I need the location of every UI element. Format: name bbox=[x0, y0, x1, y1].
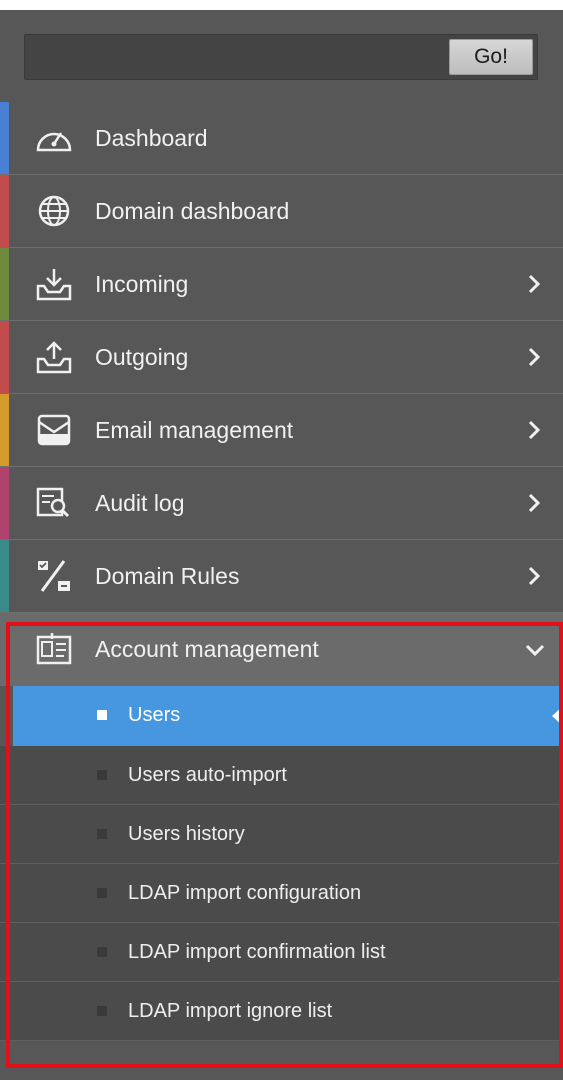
sidebar-item-domain-dashboard[interactable]: Domain dashboard bbox=[0, 175, 563, 248]
chevron-right-icon bbox=[528, 347, 541, 367]
sidebar-item-label: Account management bbox=[95, 636, 319, 662]
outbox-upload-icon bbox=[36, 341, 72, 374]
submenu-item-label: LDAP import configuration bbox=[128, 882, 362, 904]
bullet-icon bbox=[97, 888, 107, 898]
sidebar-item-account-management[interactable]: Account management bbox=[0, 613, 563, 686]
search-input[interactable] bbox=[25, 35, 445, 79]
bullet-icon bbox=[97, 1006, 107, 1016]
sidebar-item-label: Incoming bbox=[95, 271, 189, 297]
bullet-icon bbox=[97, 829, 107, 839]
gauge-icon bbox=[36, 132, 72, 152]
submenu-item-label: Users history bbox=[128, 823, 245, 845]
sidebar-item-label: Audit log bbox=[95, 490, 185, 516]
sidebar-item-label: Dashboard bbox=[95, 125, 208, 151]
sidebar-item-audit-log[interactable]: Audit log bbox=[0, 467, 563, 540]
id-card-icon bbox=[36, 633, 72, 665]
envelope-icon bbox=[37, 414, 71, 446]
accent-bar bbox=[0, 321, 9, 393]
percent-rules-icon bbox=[38, 560, 70, 592]
sidebar-item-label: Domain dashboard bbox=[95, 198, 290, 224]
sidebar-item-email-management[interactable]: Email management bbox=[0, 394, 563, 467]
submenu-item-label: LDAP import confirmation list bbox=[128, 941, 386, 963]
accent-bar bbox=[0, 540, 9, 612]
bullet-icon bbox=[97, 947, 107, 957]
submenu-item-label: Users bbox=[128, 704, 181, 726]
accent-bar bbox=[0, 248, 9, 320]
submenu-item-users[interactable]: Users bbox=[13, 686, 563, 746]
submenu-item-ldap-import-configuration[interactable]: LDAP import configuration bbox=[0, 864, 563, 923]
sidebar-menu: Dashboard Domain dashboard Incoming Outg… bbox=[0, 102, 563, 1041]
audit-search-icon bbox=[36, 487, 70, 518]
chevron-right-icon bbox=[528, 566, 541, 586]
chevron-down-icon bbox=[525, 644, 545, 657]
submenu-item-ldap-import-confirmation-list[interactable]: LDAP import confirmation list bbox=[0, 923, 563, 982]
sidebar-item-label: Domain Rules bbox=[95, 563, 240, 589]
submenu-item-label: LDAP import ignore list bbox=[128, 1000, 333, 1022]
chevron-right-icon bbox=[528, 274, 541, 294]
go-button[interactable]: Go! bbox=[449, 39, 533, 75]
chevron-right-icon bbox=[528, 493, 541, 513]
accent-bar bbox=[0, 175, 9, 247]
accent-bar bbox=[0, 102, 9, 174]
accent-bar bbox=[0, 394, 9, 466]
chevron-right-icon bbox=[528, 420, 541, 440]
search-box: Go! bbox=[24, 34, 538, 80]
sidebar-item-outgoing[interactable]: Outgoing bbox=[0, 321, 563, 394]
sidebar-item-label: Email management bbox=[95, 417, 294, 443]
active-caret-icon bbox=[552, 706, 563, 726]
inbox-download-icon bbox=[36, 269, 72, 301]
accent-bar bbox=[0, 467, 9, 539]
sidebar-item-label: Outgoing bbox=[95, 344, 189, 370]
submenu-item-users-auto-import[interactable]: Users auto-import bbox=[0, 746, 563, 805]
submenu-item-users-history[interactable]: Users history bbox=[0, 805, 563, 864]
sidebar-item-incoming[interactable]: Incoming bbox=[0, 248, 563, 321]
sidebar-item-domain-rules[interactable]: Domain Rules bbox=[0, 540, 563, 613]
submenu-item-label: Users auto-import bbox=[128, 764, 287, 786]
globe-icon bbox=[38, 195, 70, 227]
submenu-item-ldap-import-ignore-list[interactable]: LDAP import ignore list bbox=[0, 982, 563, 1041]
search-row: Go! bbox=[0, 10, 563, 102]
bullet-icon bbox=[97, 710, 107, 720]
sidebar-panel: Go! Dashboard Domain dashboard Incoming … bbox=[0, 10, 563, 1080]
sidebar-item-dashboard[interactable]: Dashboard bbox=[0, 102, 563, 175]
bullet-icon bbox=[97, 770, 107, 780]
account-management-submenu: Users Users auto-import Users history LD… bbox=[0, 686, 563, 1041]
